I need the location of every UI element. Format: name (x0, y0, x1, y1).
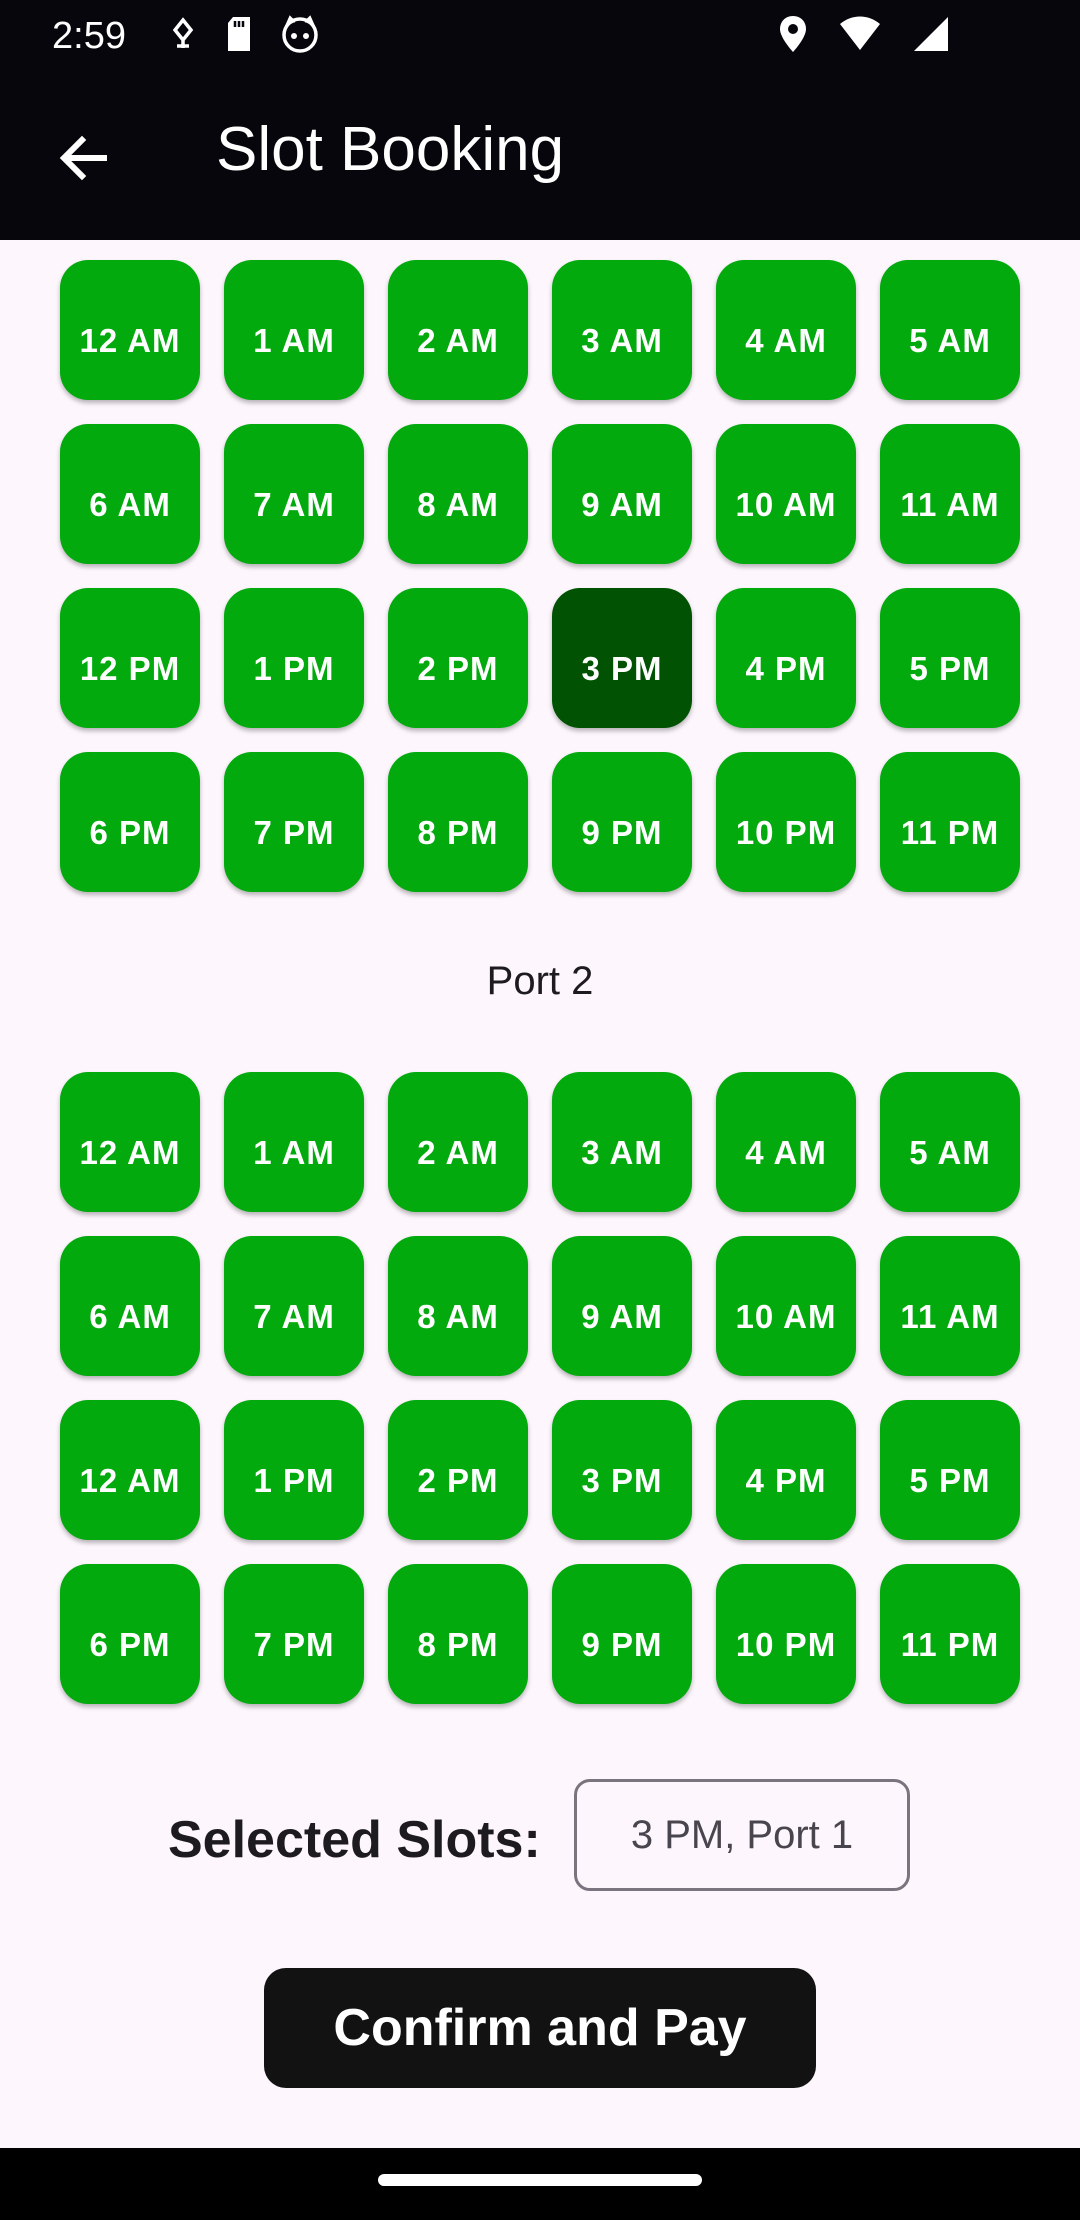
slot-button[interactable]: 10 PM (716, 752, 856, 892)
slot-button[interactable]: 2 PM (388, 588, 528, 728)
slot-button[interactable]: 4 PM (716, 1400, 856, 1540)
status-time: 2:59 (52, 15, 126, 57)
navigation-bar (0, 2148, 1080, 2220)
slot-button[interactable]: 1 AM (224, 260, 364, 400)
slot-button[interactable]: 3 AM (552, 260, 692, 400)
slot-button[interactable]: 2 AM (388, 260, 528, 400)
slot-button[interactable]: 10 AM (716, 1236, 856, 1376)
status-icons-right (778, 14, 950, 58)
slot-button[interactable]: 12 AM (60, 260, 200, 400)
slot-button[interactable]: 4 AM (716, 1072, 856, 1212)
port-2-label: Port 2 (486, 959, 594, 1003)
slot-button[interactable]: 10 PM (716, 1564, 856, 1704)
slot-button[interactable]: 9 PM (552, 752, 692, 892)
slot-button[interactable]: 7 AM (224, 424, 364, 564)
status-icons-left (168, 14, 320, 58)
slot-button[interactable]: 6 AM (60, 424, 200, 564)
slot-button[interactable]: 7 PM (224, 752, 364, 892)
slot-button[interactable]: 1 AM (224, 1072, 364, 1212)
slot-button[interactable]: 11 PM (880, 1564, 1020, 1704)
slot-button[interactable]: 9 PM (552, 1564, 692, 1704)
arrow-back-icon (56, 130, 112, 191)
slot-button[interactable]: 2 AM (388, 1072, 528, 1212)
sd-card-icon (224, 15, 254, 58)
slot-button[interactable]: 3 AM (552, 1072, 692, 1212)
fingerprint-icon (168, 16, 198, 57)
slot-button[interactable]: 11 AM (880, 424, 1020, 564)
cat-face-icon (280, 14, 320, 59)
slot-button[interactable]: 1 PM (224, 1400, 364, 1540)
slot-button[interactable]: 2 PM (388, 1400, 528, 1540)
location-icon (778, 14, 808, 59)
signal-icon (912, 15, 950, 58)
slot-button[interactable]: 6 PM (60, 1564, 200, 1704)
selected-slots-value: 3 PM, Port 1 (574, 1779, 910, 1891)
slot-button[interactable]: 12 AM (60, 1072, 200, 1212)
slot-button[interactable]: 7 PM (224, 1564, 364, 1704)
slot-button[interactable]: 8 AM (388, 1236, 528, 1376)
slot-button[interactable]: 8 PM (388, 752, 528, 892)
confirm-and-pay-button[interactable]: Confirm and Pay (264, 1968, 816, 2088)
slot-button[interactable]: 11 AM (880, 1236, 1020, 1376)
selected-slots-label: Selected Slots: (168, 1811, 541, 1869)
back-button[interactable] (40, 116, 128, 204)
slot-button[interactable]: 9 AM (552, 1236, 692, 1376)
slot-button[interactable]: 6 PM (60, 752, 200, 892)
slot-button[interactable]: 8 PM (388, 1564, 528, 1704)
slot-button[interactable]: 8 AM (388, 424, 528, 564)
slot-button[interactable]: 9 AM (552, 424, 692, 564)
app-bar: Slot Booking (0, 72, 1080, 240)
slot-button[interactable]: 6 AM (60, 1236, 200, 1376)
slot-button[interactable]: 3 PM (552, 588, 692, 728)
slot-button[interactable]: 7 AM (224, 1236, 364, 1376)
slot-button[interactable]: 5 AM (880, 1072, 1020, 1212)
slot-button[interactable]: 4 AM (716, 260, 856, 400)
wifi-icon (838, 16, 882, 57)
slot-button[interactable]: 1 PM (224, 588, 364, 728)
slot-button[interactable]: 11 PM (880, 752, 1020, 892)
slot-button[interactable]: 12 AM (60, 1400, 200, 1540)
slot-button[interactable]: 3 PM (552, 1400, 692, 1540)
home-indicator[interactable] (378, 2174, 702, 2186)
slot-button[interactable]: 4 PM (716, 588, 856, 728)
slot-button[interactable]: 10 AM (716, 424, 856, 564)
slot-button[interactable]: 12 PM (60, 588, 200, 728)
slot-button[interactable]: 5 PM (880, 588, 1020, 728)
status-bar: 2:59 (0, 0, 1080, 72)
slot-button[interactable]: 5 PM (880, 1400, 1020, 1540)
page-title: Slot Booking (216, 115, 565, 184)
slot-button[interactable]: 5 AM (880, 260, 1020, 400)
